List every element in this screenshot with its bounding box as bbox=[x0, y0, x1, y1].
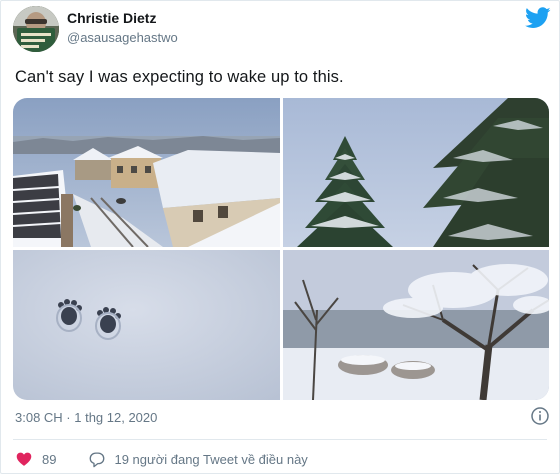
avatar[interactable] bbox=[13, 6, 59, 52]
tweet-timestamp[interactable]: 3:08 CH · 1 thg 12, 2020 bbox=[15, 410, 157, 425]
reply-label: 19 người đang Tweet về điều này bbox=[114, 451, 308, 467]
photo-snowy-firs[interactable] bbox=[283, 98, 549, 247]
divider bbox=[13, 439, 547, 440]
like-count: 89 bbox=[42, 451, 57, 467]
author-name[interactable]: Christie Dietz bbox=[67, 10, 156, 26]
tweet-actions: 89 19 người đang Tweet về điều này bbox=[15, 447, 308, 471]
heart-icon bbox=[16, 452, 32, 466]
photo-paw-prints[interactable] bbox=[13, 250, 280, 400]
info-icon[interactable] bbox=[530, 406, 550, 426]
photo-grid bbox=[13, 98, 549, 400]
like-button[interactable]: 89 bbox=[15, 451, 56, 467]
tweet-text: Can't say I was expecting to wake up to … bbox=[15, 68, 344, 86]
tweet-card: Christie Dietz @asausagehastwo Can't say… bbox=[0, 0, 560, 474]
photo-snowy-garden[interactable] bbox=[283, 250, 549, 400]
author-handle[interactable]: @asausagehastwo bbox=[67, 30, 178, 45]
photo-snowy-village[interactable] bbox=[13, 98, 280, 247]
twitter-bird-icon[interactable] bbox=[524, 7, 551, 29]
reply-button[interactable]: 19 người đang Tweet về điều này bbox=[88, 451, 308, 468]
avatar-image bbox=[13, 6, 59, 52]
comment-icon bbox=[90, 451, 105, 467]
